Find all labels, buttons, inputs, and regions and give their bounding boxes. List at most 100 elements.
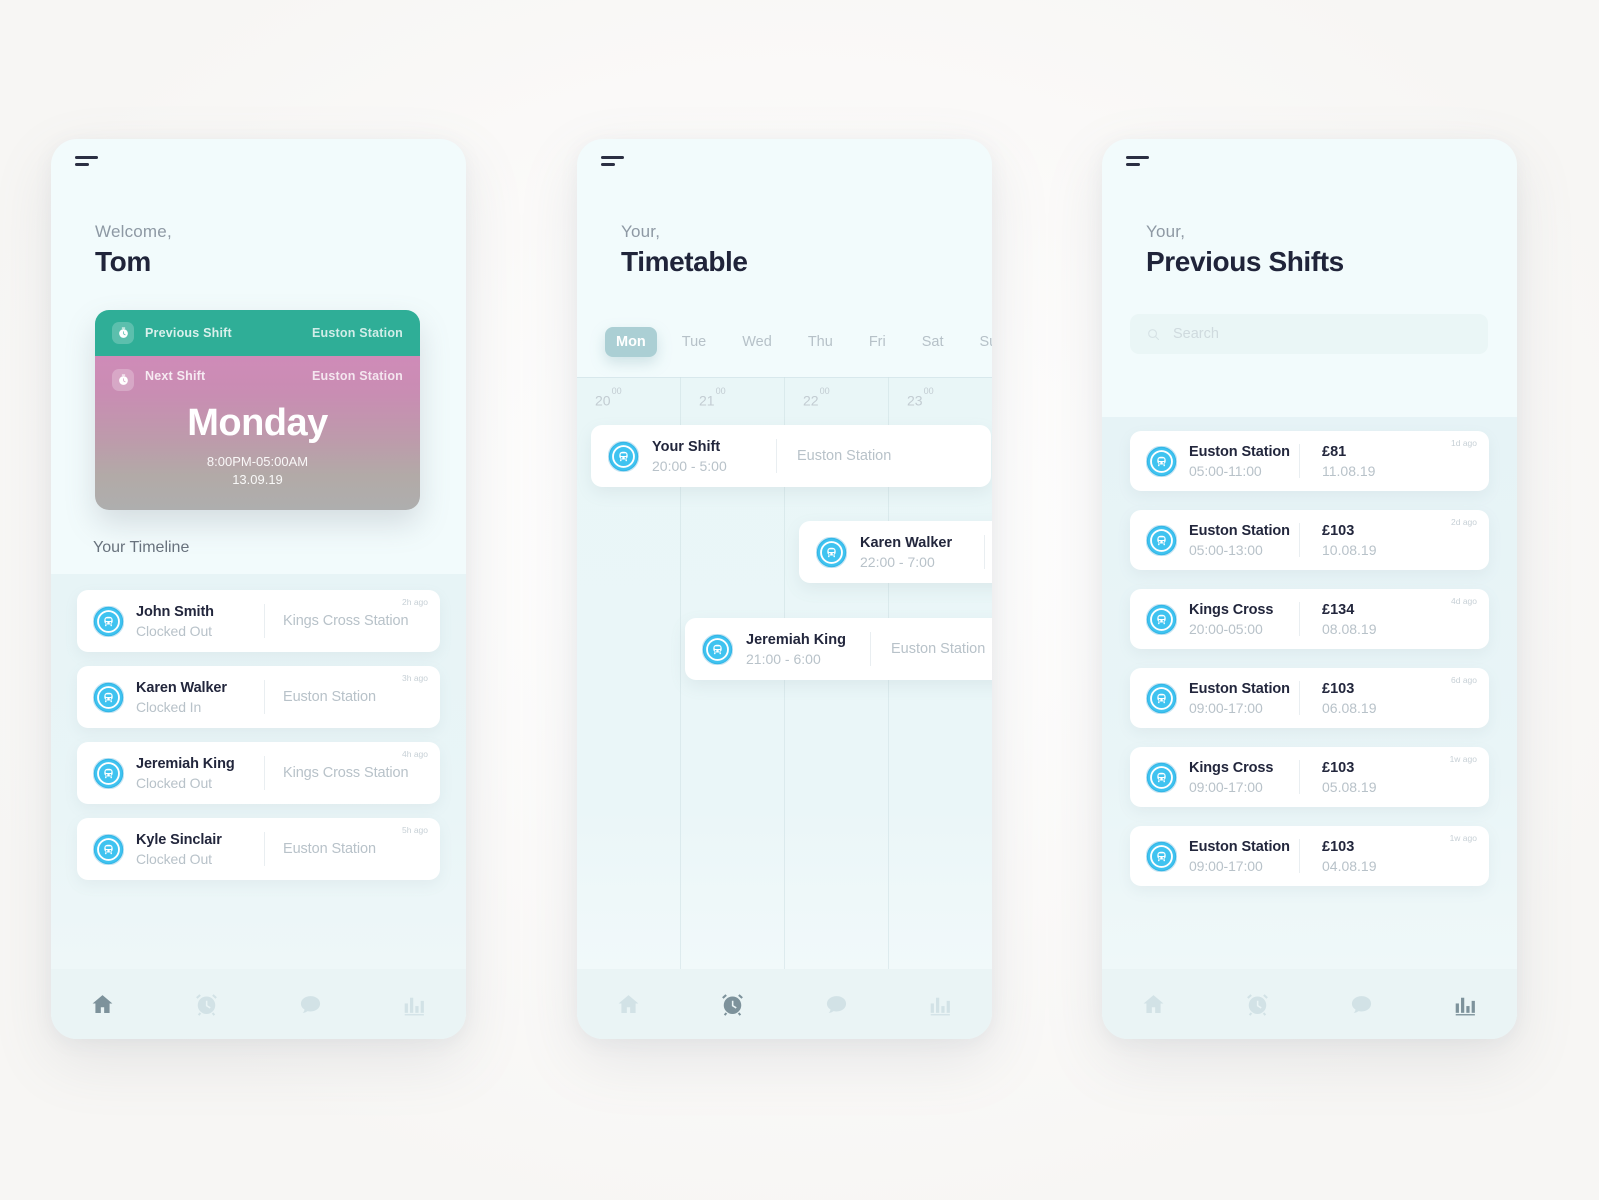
time-ago: 4h ago: [402, 749, 428, 759]
page-title: Your, Previous Shifts: [1146, 222, 1344, 278]
shift-hours: 05:00-11:00: [1189, 462, 1262, 479]
phone-home-screen: Welcome, Tom Previous Shift Euston Stati…: [51, 139, 466, 1039]
train-station-icon: [93, 757, 124, 789]
previous-shift-row[interactable]: Euston Station 05:00-11:00 £81 11.08.19 1d a…: [1130, 431, 1489, 491]
nav-item-messages[interactable]: [259, 992, 363, 1017]
shift-location: Kings Cross 09:00-17:00: [1189, 760, 1299, 795]
nav-item-stats[interactable]: [1413, 992, 1517, 1017]
alarm-clock-icon: [196, 993, 218, 1016]
person-name: Jeremiah King: [136, 755, 235, 772]
person-name: Kyle Sinclair: [136, 831, 222, 848]
shift-name: Your Shift: [652, 438, 721, 455]
shift-location: Euston Station 05:00-11:00: [1189, 444, 1299, 479]
divider: [264, 604, 265, 638]
nav-item-stats[interactable]: [888, 992, 992, 1017]
timetable-shift-card[interactable]: Karen Walker 22:00 - 7:00 Euston Station: [799, 521, 992, 583]
amount: £134: [1322, 601, 1355, 618]
previous-shift-row[interactable]: Euston Station 05:00-13:00 £103 10.08.19 2d …: [1130, 510, 1489, 570]
previous-shift-band[interactable]: Previous Shift Euston Station: [95, 310, 420, 356]
previous-shift-row[interactable]: Kings Cross 09:00-17:00 £103 05.08.19 1w ago: [1130, 747, 1489, 807]
day-tab-sun[interactable]: Sun: [969, 327, 993, 357]
chat-bubble-icon: [1351, 995, 1371, 1013]
shift-date: 10.08.19: [1322, 541, 1377, 558]
day-tab-fri[interactable]: Fri: [858, 327, 897, 357]
shift-hours: 09:00-17:00: [1189, 778, 1263, 795]
amount: £103: [1322, 838, 1355, 855]
divider: [1299, 681, 1300, 715]
divider: [264, 756, 265, 790]
previous-shift-row[interactable]: Kings Cross 20:00-05:00 £134 08.08.19 4d ago: [1130, 589, 1489, 649]
day-tab-thu[interactable]: Thu: [797, 327, 844, 357]
shift-location: Euston Station 09:00-17:00: [1189, 839, 1299, 874]
nav-item-alarm[interactable]: [681, 992, 785, 1017]
timeline-station: Euston Station: [283, 689, 376, 705]
search-input[interactable]: Search: [1130, 314, 1488, 354]
timetable-shift-card[interactable]: Your Shift 20:00 - 5:00 Euston Station: [591, 425, 991, 487]
station-name: Euston Station: [1189, 443, 1290, 460]
train-station-icon: [816, 536, 847, 568]
train-station-icon: [608, 440, 639, 472]
train-station-icon: [1146, 761, 1177, 793]
train-station-icon: [1146, 840, 1177, 872]
time-ago: 4d ago: [1451, 596, 1477, 606]
nav-item-alarm[interactable]: [1206, 992, 1310, 1017]
nav-item-home[interactable]: [51, 992, 155, 1017]
divider: [1299, 444, 1300, 478]
alarm-clock-icon: [722, 993, 744, 1016]
train-station-icon: [1146, 603, 1177, 635]
hamburger-line-bottom: [75, 163, 89, 167]
nav-item-home[interactable]: [1102, 992, 1206, 1017]
station-name: Euston Station: [1189, 838, 1290, 855]
nav-item-messages[interactable]: [785, 992, 889, 1017]
next-shift-label: Next Shift: [145, 369, 206, 383]
hamburger-icon[interactable]: [601, 156, 631, 172]
timeline-person: Karen Walker Clocked In: [136, 680, 264, 715]
timeline-row[interactable]: Jeremiah King Clocked Out Kings Cross Stat…: [77, 742, 440, 804]
day-tab-sat[interactable]: Sat: [911, 327, 955, 357]
train-station-icon: [93, 833, 124, 865]
stopwatch-icon: [112, 369, 134, 391]
timeline-person: John Smith Clocked Out: [136, 604, 264, 639]
bottom-nav: [577, 969, 992, 1039]
shift-summary-card[interactable]: Previous Shift Euston Station Next Shift…: [95, 310, 420, 510]
day-tab-wed[interactable]: Wed: [731, 327, 783, 357]
timetable-shift-card[interactable]: Jeremiah King 21:00 - 6:00 Euston Statio…: [685, 618, 992, 680]
shift-hours: 05:00-13:00: [1189, 541, 1263, 558]
shift-station: Euston Station: [797, 448, 892, 464]
nav-item-alarm[interactable]: [155, 992, 259, 1017]
bar-chart-icon: [1455, 997, 1475, 1015]
shift-date: 06.08.19: [1322, 699, 1377, 716]
previous-shift-row[interactable]: Euston Station 09:00-17:00 £103 06.08.19 6d …: [1130, 668, 1489, 728]
divider: [264, 680, 265, 714]
nav-item-home[interactable]: [577, 992, 681, 1017]
chat-bubble-icon: [300, 995, 320, 1013]
previous-shift-row[interactable]: Euston Station 09:00-17:00 £103 04.08.19 1w …: [1130, 826, 1489, 886]
timeline-station: Euston Station: [283, 841, 376, 857]
timeline-row[interactable]: Kyle Sinclair Clocked Out Euston Station 5h…: [77, 818, 440, 880]
time-ago: 2d ago: [1451, 517, 1477, 527]
timeline-row[interactable]: John Smith Clocked Out Kings Cross Station…: [77, 590, 440, 652]
previous-shifts-kicker: Your,: [1146, 222, 1186, 241]
hamburger-line-bottom: [601, 163, 615, 167]
station-name: Kings Cross: [1189, 601, 1274, 618]
shift-name: Karen Walker: [860, 534, 953, 551]
time-ago: 5h ago: [402, 825, 428, 835]
alarm-clock-icon: [1247, 993, 1269, 1016]
day-tab-mon[interactable]: Mon: [605, 327, 657, 357]
nav-item-messages[interactable]: [1310, 992, 1414, 1017]
hour-label: 2100: [699, 386, 726, 409]
page-title: Welcome, Tom: [95, 222, 172, 278]
hamburger-icon[interactable]: [1126, 156, 1156, 172]
train-station-icon: [1146, 445, 1177, 477]
shift-date: 11.08.19: [1322, 462, 1376, 479]
train-station-icon: [1146, 445, 1177, 477]
search-icon: [1148, 328, 1160, 340]
train-station-icon: [93, 681, 124, 713]
amount: £103: [1322, 759, 1355, 776]
shift-info: Karen Walker 22:00 - 7:00: [860, 535, 978, 570]
day-tab-tue[interactable]: Tue: [671, 327, 717, 357]
timeline-row[interactable]: Karen Walker Clocked In Euston Station 3h a…: [77, 666, 440, 728]
shift-hours: 09:00-17:00: [1189, 857, 1263, 874]
nav-item-stats[interactable]: [362, 992, 466, 1017]
hamburger-icon[interactable]: [75, 156, 105, 172]
